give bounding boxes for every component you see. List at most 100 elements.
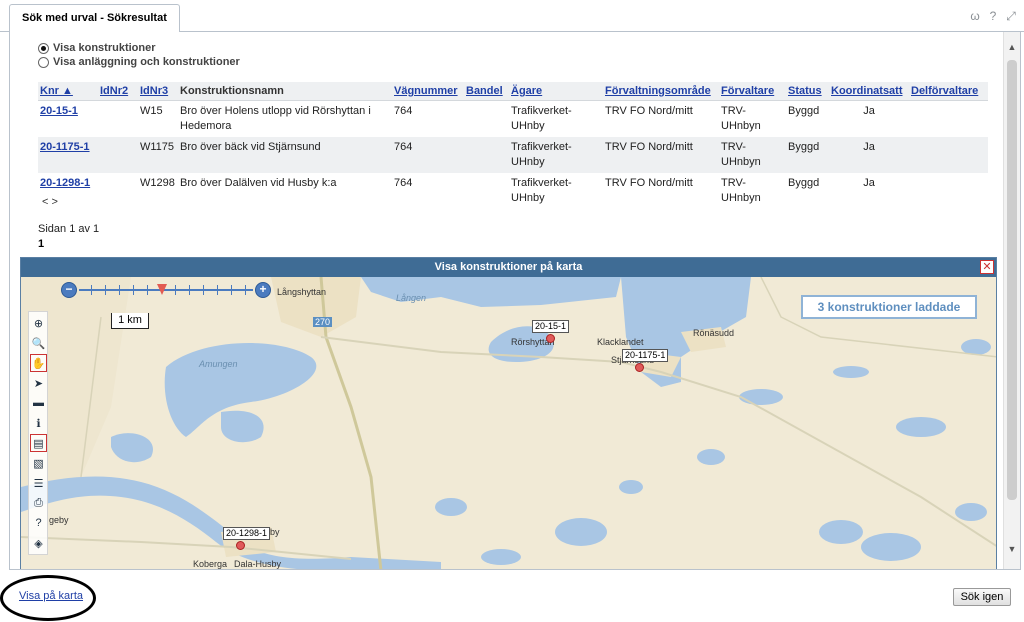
point-label[interactable]: 20-15-1 [532, 320, 570, 333]
table-row: 20-15-1 W15 Bro över Holens utlopp vid R… [38, 100, 988, 137]
cell-status: Byggd [788, 176, 820, 189]
radio-unselected-icon[interactable] [38, 56, 49, 68]
fullscreen-icon[interactable]: ⤢ [1004, 9, 1018, 23]
scale-icon[interactable]: ▤ [30, 434, 47, 452]
cell-vagnummer: 764 [394, 104, 413, 117]
cell-namn: Bro över Holens utlopp vid Rörshyttan i … [180, 104, 371, 132]
cell-koordinatsatt: Ja [829, 136, 909, 173]
pan-hand-icon[interactable]: ✋ [30, 354, 47, 372]
col-idnr3[interactable]: IdNr3 [138, 82, 178, 101]
zoom-out-button[interactable]: − [61, 282, 77, 298]
knr-link[interactable]: 20-1298-1 [40, 177, 90, 189]
measure-icon[interactable]: ▬ [30, 394, 47, 412]
help-icon[interactable]: ? [986, 9, 1000, 23]
col-forvaltare[interactable]: Förvaltare [719, 82, 786, 101]
col-forvaltningsomrade[interactable]: Förvaltningsområde [603, 82, 719, 101]
map-background [21, 277, 996, 569]
cell-idnr3: W15 [140, 104, 163, 117]
visa-pa-karta-link[interactable]: Visa på karta [19, 590, 83, 602]
tab-sokresultat[interactable]: Sök med urval - Sökresultat [9, 4, 180, 33]
cell-koordinatsatt: Ja [863, 176, 875, 189]
cell-delforvaltare [909, 136, 988, 173]
col-bandel[interactable]: Bandel [464, 82, 509, 101]
loaded-badge: 3 konstruktioner laddade [801, 295, 977, 319]
zoom-extent-icon[interactable]: ⊕ [30, 314, 47, 332]
map-label: geby [49, 515, 69, 525]
cell-forvaltare: TRV-UHnbyn [719, 136, 786, 173]
pager-arrows[interactable]: < > [42, 196, 58, 208]
list-icon[interactable]: ☰ [30, 474, 47, 492]
print-icon[interactable]: ⎙ [30, 494, 47, 512]
zoom-thumb[interactable] [157, 284, 167, 295]
map-title-bar: Visa konstruktioner på karta ✕ [21, 258, 996, 277]
col-agare[interactable]: Ägare [509, 82, 603, 101]
cell-idnr2 [98, 173, 138, 209]
map-label: Klacklandet [597, 337, 644, 347]
cell-idnr2 [98, 100, 138, 137]
map-pin-icon[interactable] [635, 363, 644, 372]
table-header-row: Knr ▲ IdNr2 IdNr3 Konstruktionsnamn Vägn… [38, 82, 988, 101]
cell-idnr3: W1175 [138, 136, 178, 173]
col-delforvaltare[interactable]: Delförvaltare [909, 82, 988, 101]
table-row: 20-1175-1 W1175 Bro över bäck vid Stjärn… [38, 136, 988, 173]
knr-link[interactable]: 20-1175-1 [40, 141, 90, 153]
cell-bandel [464, 136, 509, 173]
option-visa-konstruktioner[interactable]: Visa konstruktioner [38, 42, 156, 54]
footer: Visa på karta Sök igen [0, 575, 1021, 621]
option-visa-anlaggning[interactable]: Visa anläggning och konstruktioner [38, 56, 240, 68]
map-label: by [270, 527, 280, 537]
link-icon[interactable]: ω [968, 9, 982, 23]
map-window: Visa konstruktioner på karta ✕ − + 1 km … [20, 257, 997, 569]
pager-text: Sidan 1 av 1 [38, 223, 100, 235]
cell-omrade: TRV FO Nord/mitt [605, 104, 693, 117]
cell-idnr3: W1298 [140, 176, 175, 189]
select-arrow-icon[interactable]: ➤ [30, 374, 47, 392]
scale-bar: 1 km [111, 313, 149, 329]
col-vagnummer[interactable]: Vägnummer [392, 82, 464, 101]
map-label: Lången [396, 293, 427, 303]
col-koordinatsatt[interactable]: Koordinatsatt [829, 82, 909, 101]
scroll-down-icon[interactable]: ▼ [1007, 544, 1017, 554]
cell-agare: Trafikverket-UHnby [509, 136, 603, 173]
zoom-in-button[interactable]: + [255, 282, 271, 298]
zoom-slider[interactable]: − + [61, 282, 271, 298]
cell-bandel [464, 100, 509, 137]
map-label: Långshyttan [277, 287, 327, 297]
map-canvas[interactable]: − + 1 km 3 konstruktioner laddade ⊕ 🔍 ✋ … [21, 277, 996, 569]
app-root: Sök med urval - Sökresultat ω ? ⤢ Visa k… [0, 0, 1024, 622]
map-overview-icon[interactable]: ◈ [30, 534, 47, 552]
cell-forvaltare: TRV-UHnbyn [721, 176, 761, 204]
map-pin-icon[interactable] [236, 541, 245, 550]
map-title: Visa konstruktioner på karta [434, 261, 583, 273]
cell-status: Byggd [786, 136, 829, 173]
radio-selected-icon[interactable] [38, 42, 49, 54]
point-label[interactable]: 20-1175-1 [622, 349, 669, 362]
close-icon[interactable]: ✕ [980, 260, 994, 274]
info-icon[interactable]: ℹ [30, 414, 47, 432]
scroll-thumb[interactable] [1007, 60, 1017, 500]
option-label: Visa konstruktioner [53, 42, 156, 54]
map-label: Dala-Husby [234, 559, 282, 569]
cell-agare: Trafikverket-UHnby [511, 176, 572, 204]
help-icon[interactable]: ? [30, 514, 47, 532]
map-label: Koberga [193, 559, 228, 569]
pager-current-page[interactable]: 1 [38, 238, 44, 250]
layers-icon[interactable]: ▧ [30, 454, 47, 472]
col-knr[interactable]: Knr ▲ [38, 82, 98, 101]
cell-vagnummer: 764 [392, 136, 464, 173]
road-sign: 270 [313, 317, 333, 327]
vertical-scrollbar[interactable]: ▲ ▼ [1003, 32, 1020, 569]
cell-delforvaltare [909, 173, 988, 209]
col-status[interactable]: Status [786, 82, 829, 101]
scroll-up-icon[interactable]: ▲ [1007, 42, 1017, 52]
cell-vagnummer: 764 [394, 176, 413, 189]
map-pin-icon[interactable] [546, 334, 555, 343]
sok-igen-button[interactable]: Sök igen [953, 588, 1011, 606]
tab-strip: Sök med urval - Sökresultat ω ? ⤢ [0, 0, 1024, 33]
cell-delforvaltare [909, 100, 988, 137]
col-konstruktionsnamn: Konstruktionsnamn [178, 82, 392, 101]
point-label[interactable]: 20-1298-1 [223, 527, 271, 540]
col-idnr2[interactable]: IdNr2 [98, 82, 138, 101]
zoom-icon[interactable]: 🔍 [30, 334, 47, 352]
knr-link[interactable]: 20-15-1 [40, 105, 78, 117]
